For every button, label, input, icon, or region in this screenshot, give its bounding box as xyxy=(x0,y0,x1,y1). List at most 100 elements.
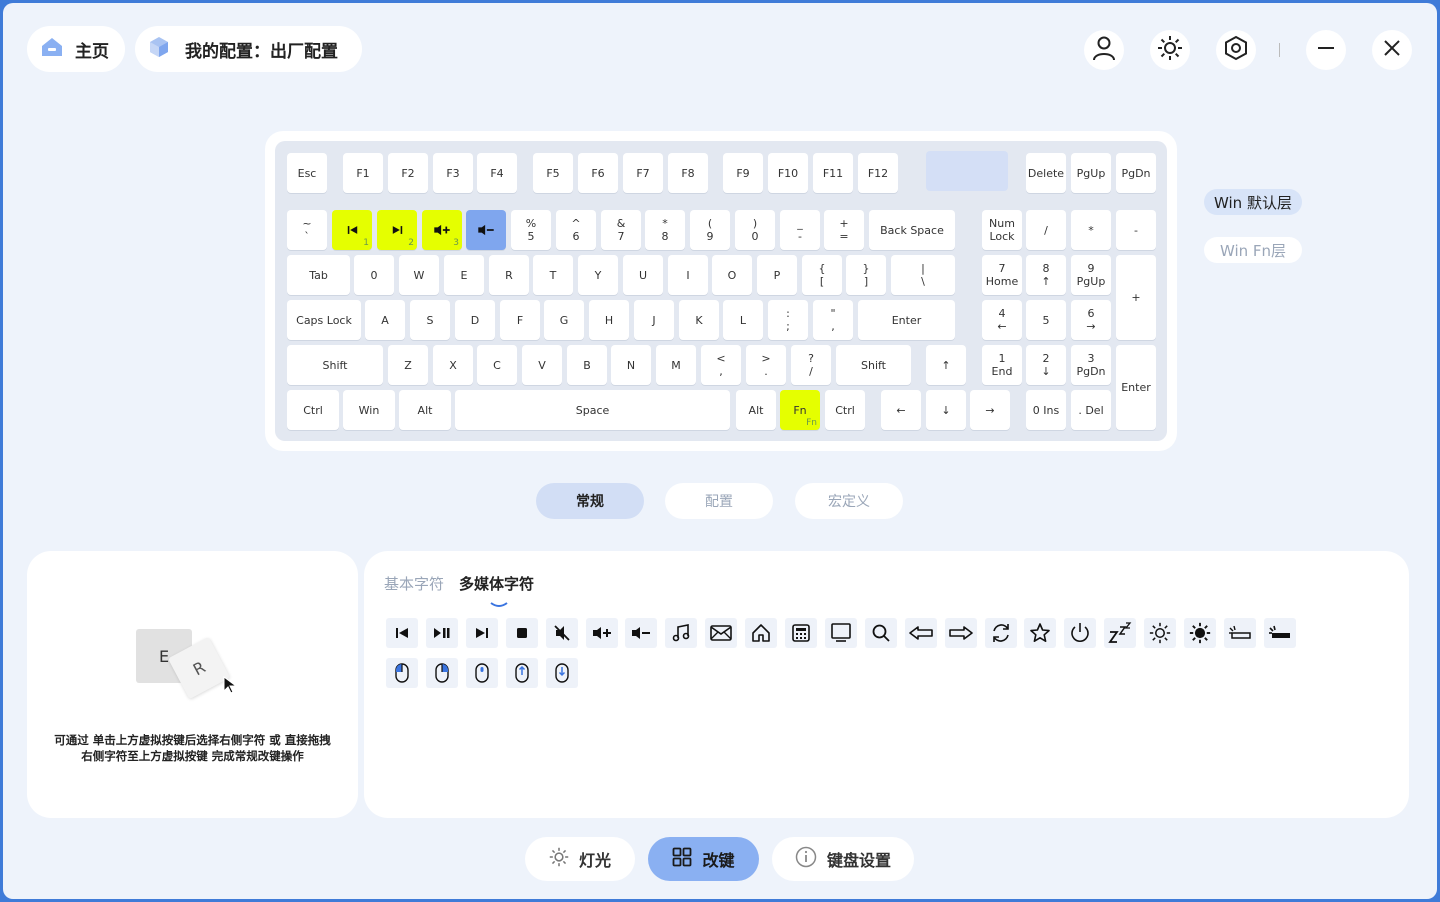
tab-media-chars[interactable]: 多媒体字符 xyxy=(459,573,534,594)
media-char-mouse-right-click[interactable] xyxy=(425,658,458,688)
media-char-favorites[interactable] xyxy=(1024,618,1057,648)
key-a[interactable]: A xyxy=(365,300,405,340)
key-m[interactable]: M xyxy=(656,345,696,385)
media-char-next-track[interactable] xyxy=(465,618,498,648)
key-k8[interactable]: * 8 xyxy=(645,210,685,250)
key-tab[interactable]: Tab xyxy=(287,255,350,295)
key-f4[interactable]: F4 xyxy=(477,153,517,193)
close-button[interactable] xyxy=(1372,30,1412,70)
key-blank[interactable] xyxy=(926,151,1008,191)
key-num4[interactable]: 4 ← xyxy=(982,300,1022,340)
key-esc[interactable]: Esc xyxy=(287,153,327,193)
key-minus[interactable]: _ - xyxy=(780,210,820,250)
key-e[interactable]: E xyxy=(444,255,484,295)
key-pgdn[interactable]: PgDn xyxy=(1116,153,1156,193)
key-k7[interactable]: & 7 xyxy=(601,210,641,250)
key-num5[interactable]: 5 xyxy=(1026,300,1066,340)
key-l[interactable]: L xyxy=(723,300,763,340)
key-rbracket[interactable]: }] xyxy=(846,255,886,295)
key-backtick[interactable]: ~ ` xyxy=(287,210,327,250)
key-f3[interactable]: F3 xyxy=(433,153,473,193)
key-h[interactable]: H xyxy=(589,300,629,340)
key-num8[interactable]: 8 ↑ xyxy=(1026,255,1066,295)
key-b[interactable]: B xyxy=(567,345,607,385)
key-down[interactable]: ↓ xyxy=(926,390,966,430)
key-slash[interactable]: ? / xyxy=(791,345,831,385)
key-f11[interactable]: F11 xyxy=(813,153,853,193)
key-delete[interactable]: Delete xyxy=(1026,153,1066,193)
key-enter[interactable]: Enter xyxy=(858,300,955,340)
media-char-volume-up[interactable] xyxy=(585,618,618,648)
key-n[interactable]: N xyxy=(611,345,651,385)
media-char-backlight-up[interactable] xyxy=(1263,618,1296,648)
key-k3[interactable]: 3 xyxy=(422,210,462,250)
media-char-browser-forward[interactable] xyxy=(944,618,977,648)
key-space[interactable]: Space xyxy=(455,390,730,430)
key-right[interactable]: → xyxy=(970,390,1010,430)
key-f7[interactable]: F7 xyxy=(623,153,663,193)
key-d[interactable]: D xyxy=(455,300,495,340)
media-char-mouse-middle-click[interactable] xyxy=(465,658,498,688)
key-w[interactable]: W xyxy=(399,255,439,295)
media-char-refresh[interactable] xyxy=(984,618,1017,648)
key-up[interactable]: ↑ xyxy=(926,345,966,385)
key-quote[interactable]: ", xyxy=(813,300,853,340)
key-k4[interactable] xyxy=(466,210,506,250)
key-v[interactable]: V xyxy=(522,345,562,385)
tab-config[interactable]: 配置 xyxy=(665,483,773,519)
media-char-music[interactable] xyxy=(665,618,698,648)
tab-general[interactable]: 常规 xyxy=(536,483,644,519)
key-backspace[interactable]: Back Space xyxy=(869,210,955,250)
key-j[interactable]: J xyxy=(634,300,674,340)
minimize-button[interactable] xyxy=(1306,30,1346,70)
key-backslash[interactable]: | \ xyxy=(891,255,955,295)
media-char-stop[interactable] xyxy=(505,618,538,648)
key-o[interactable]: O xyxy=(712,255,752,295)
key-f5[interactable]: F5 xyxy=(533,153,573,193)
media-char-browser-back[interactable] xyxy=(904,618,937,648)
key-p[interactable]: P xyxy=(757,255,797,295)
brightness-button[interactable] xyxy=(1150,30,1190,70)
key-num0[interactable]: 0 Ins xyxy=(1026,390,1066,430)
media-char-mouse-scroll-down[interactable] xyxy=(545,658,578,688)
key-r[interactable]: R xyxy=(489,255,529,295)
key-k5[interactable]: % 5 xyxy=(511,210,551,250)
nav-keyboard-settings-button[interactable]: 键盘设置 xyxy=(772,837,914,881)
media-char-mouse-scroll-up[interactable] xyxy=(505,658,538,688)
media-char-volume-down[interactable] xyxy=(625,618,658,648)
key-lshift[interactable]: Shift xyxy=(287,345,383,385)
key-fn[interactable]: Fn Fn xyxy=(780,390,820,430)
key-q[interactable]: 0 xyxy=(354,255,394,295)
media-char-brightness-up[interactable] xyxy=(1184,618,1216,648)
media-char-mute[interactable] xyxy=(545,618,578,648)
key-f12[interactable]: F12 xyxy=(858,153,898,193)
key-z[interactable]: Z xyxy=(388,345,428,385)
key-left[interactable]: ← xyxy=(881,390,921,430)
key-num2[interactable]: 2 ↓ xyxy=(1026,345,1066,385)
key-f[interactable]: F xyxy=(500,300,540,340)
key-rshift[interactable]: Shift xyxy=(836,345,911,385)
key-k0[interactable]: ) 0 xyxy=(735,210,775,250)
key-f6[interactable]: F6 xyxy=(578,153,618,193)
settings-button[interactable] xyxy=(1216,30,1256,70)
key-pgup[interactable]: PgUp xyxy=(1071,153,1111,193)
key-f9[interactable]: F9 xyxy=(723,153,763,193)
key-numdiv[interactable]: / xyxy=(1026,210,1066,250)
key-f8[interactable]: F8 xyxy=(668,153,708,193)
media-char-my-computer[interactable] xyxy=(824,618,857,648)
key-lalt[interactable]: Alt xyxy=(399,390,451,430)
media-char-play-pause[interactable] xyxy=(425,618,458,648)
key-num9[interactable]: 9 PgUp xyxy=(1071,255,1111,295)
tab-macro[interactable]: 宏定义 xyxy=(795,483,903,519)
key-u[interactable]: U xyxy=(623,255,663,295)
key-capslock[interactable]: Caps Lock xyxy=(287,300,361,340)
key-comma[interactable]: <, xyxy=(701,345,741,385)
tab-basic-chars[interactable]: 基本字符 xyxy=(384,573,444,594)
media-char-brightness-down[interactable] xyxy=(1144,618,1177,648)
key-y[interactable]: Y xyxy=(578,255,618,295)
media-char-prev-track[interactable] xyxy=(386,618,418,648)
key-k6[interactable]: ^ 6 xyxy=(556,210,596,250)
nav-remap-button[interactable]: 改键 xyxy=(648,837,759,881)
key-k[interactable]: K xyxy=(679,300,719,340)
media-char-mail[interactable] xyxy=(705,618,738,648)
